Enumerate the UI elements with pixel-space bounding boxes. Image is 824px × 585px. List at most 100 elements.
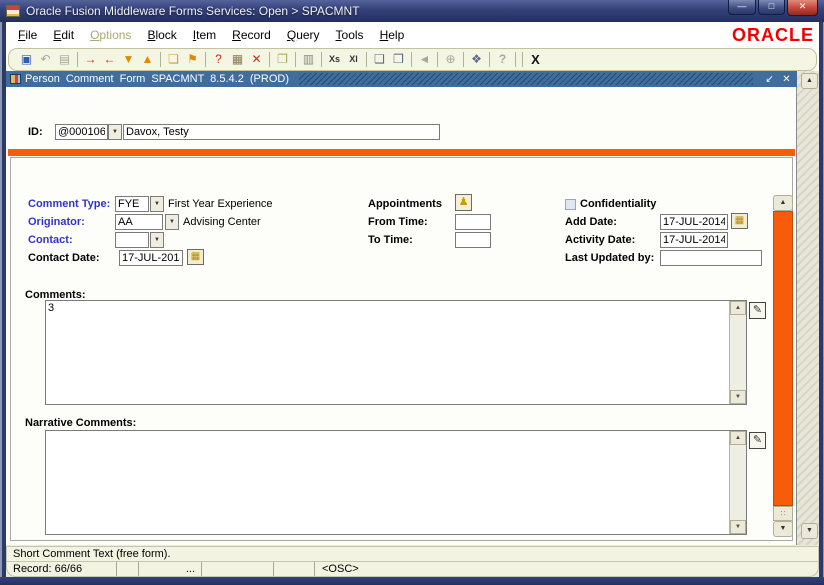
contact-date-label: Contact Date: bbox=[28, 252, 100, 264]
id-dropdown-icon[interactable]: ▼ bbox=[108, 124, 122, 140]
toolbar-separator bbox=[295, 52, 296, 67]
form-titlebar-hatch bbox=[299, 73, 753, 85]
contact-date-calendar-icon[interactable]: ▦ bbox=[187, 249, 204, 265]
toolbar-separator bbox=[205, 52, 206, 67]
toolbar-separator bbox=[522, 52, 523, 67]
export-excel-icon[interactable]: Xl bbox=[344, 51, 363, 68]
originator-dropdown-icon[interactable]: ▼ bbox=[165, 214, 179, 230]
previous-record-icon[interactable]: ▲ bbox=[138, 51, 157, 68]
add-date-field[interactable] bbox=[660, 214, 728, 230]
form-title: Person Comment Form SPACMNT 8.5.4.2 (PRO… bbox=[25, 73, 289, 85]
toolbar-separator bbox=[77, 52, 78, 67]
rollback-icon: ↶ bbox=[36, 51, 55, 68]
to-time-field[interactable] bbox=[455, 232, 491, 248]
close-button[interactable]: ✕ bbox=[787, 0, 818, 16]
comment-type-field[interactable] bbox=[115, 196, 149, 212]
menu-file[interactable]: File bbox=[10, 25, 45, 45]
contact-date-field[interactable] bbox=[119, 250, 183, 266]
window-border-bottom bbox=[0, 577, 824, 585]
activity-date-field[interactable] bbox=[660, 232, 728, 248]
status-message: Short Comment Text (free form). bbox=[7, 547, 818, 562]
narrative-comments-label: Narrative Comments: bbox=[25, 417, 136, 429]
scroll-up-icon[interactable]: ▲ bbox=[730, 301, 746, 315]
clear-record-icon[interactable]: ⚑ bbox=[183, 51, 202, 68]
toolbar-separator bbox=[411, 52, 412, 67]
menu-query[interactable]: Query bbox=[279, 25, 328, 45]
comments-scrollbar[interactable]: ▲ ▼ bbox=[729, 301, 746, 404]
originator-field[interactable] bbox=[115, 214, 163, 230]
menu-edit[interactable]: Edit bbox=[45, 25, 82, 45]
next-record-icon[interactable]: ▼ bbox=[119, 51, 138, 68]
block-scroll-down-icon[interactable]: ▼ bbox=[773, 521, 793, 537]
id-field[interactable] bbox=[55, 124, 108, 140]
add-date-calendar-icon[interactable]: ▦ bbox=[731, 213, 748, 229]
memo-icon[interactable]: ❐ bbox=[273, 51, 292, 68]
enter-query-icon[interactable]: ? bbox=[209, 51, 228, 68]
status-cell bbox=[274, 562, 314, 576]
form-titlebar: Person Comment Form SPACMNT 8.5.4.2 (PRO… bbox=[6, 71, 797, 87]
status-cells: Record: 66/66 ... <OSC> bbox=[7, 562, 818, 576]
toolbar-separator bbox=[437, 52, 438, 67]
comments-text[interactable]: 3 bbox=[48, 302, 727, 403]
duplicate-record-icon[interactable]: ❏ bbox=[164, 51, 183, 68]
canvas-scroll-down-icon[interactable]: ▼ bbox=[801, 523, 818, 539]
next-block-icon[interactable]: ❒ bbox=[389, 51, 408, 68]
appointments-icon[interactable]: ♟ bbox=[455, 194, 472, 211]
save-icon[interactable]: ▣ bbox=[17, 51, 36, 68]
previous-block-icon[interactable]: ❑ bbox=[370, 51, 389, 68]
narrative-edit-icon[interactable]: ✎ bbox=[749, 432, 766, 449]
minimize-button[interactable]: — bbox=[728, 0, 756, 15]
canvas-scroll-up-icon[interactable]: ▲ bbox=[801, 73, 818, 89]
narrative-scrollbar[interactable]: ▲ ▼ bbox=[729, 431, 746, 534]
block-scroll-up-icon[interactable]: ▲ bbox=[773, 195, 793, 211]
application-window: Oracle Fusion Middleware Forms Services:… bbox=[0, 0, 824, 585]
toolbar-separator bbox=[321, 52, 322, 67]
block-scrollbar-grip[interactable]: ∷ bbox=[773, 506, 793, 521]
form-icon bbox=[10, 74, 21, 84]
narrative-textarea[interactable]: ▲ ▼ bbox=[45, 430, 747, 535]
menu-record[interactable]: Record bbox=[224, 25, 279, 45]
toolbar-separator bbox=[463, 52, 464, 67]
window-title: Oracle Fusion Middleware Forms Services:… bbox=[26, 4, 360, 18]
cancel-query-icon[interactable]: ✕ bbox=[247, 51, 266, 68]
toolbar: ▣ ↶ ▤ → ← ▼ ▲ ❏ ⚑ ? ▦ ✕ ❐ ▥ Xs Xl ❑ ❒ bbox=[8, 48, 817, 71]
from-time-field[interactable] bbox=[455, 214, 491, 230]
name-field[interactable] bbox=[123, 124, 440, 140]
form-restore-icon[interactable]: ↙ bbox=[763, 74, 776, 85]
scroll-up-icon[interactable]: ▲ bbox=[730, 431, 746, 445]
comments-textarea[interactable]: 3 ▲ ▼ bbox=[45, 300, 747, 405]
narrative-text[interactable] bbox=[48, 432, 727, 533]
from-time-label: From Time: bbox=[368, 216, 428, 228]
crosshair-icon: ⊕ bbox=[441, 51, 460, 68]
menu-options: Options bbox=[82, 25, 139, 45]
menu-help[interactable]: Help bbox=[372, 25, 413, 45]
toolbar-separator bbox=[515, 52, 516, 67]
print-icon[interactable]: ▥ bbox=[299, 51, 318, 68]
insert-record-icon[interactable]: → bbox=[81, 51, 100, 68]
toolbar-separator bbox=[160, 52, 161, 67]
last-updated-by-field[interactable] bbox=[660, 250, 762, 266]
confidentiality-checkbox[interactable] bbox=[565, 199, 576, 210]
exit-icon[interactable]: X bbox=[526, 51, 545, 68]
scroll-down-icon[interactable]: ▼ bbox=[730, 520, 746, 534]
remove-record-icon[interactable]: ← bbox=[100, 51, 119, 68]
contact-dropdown-icon[interactable]: ▼ bbox=[150, 232, 164, 248]
form-close-icon[interactable]: ✕ bbox=[780, 74, 793, 85]
originator-description: Advising Center bbox=[183, 216, 261, 228]
window-controls: — □ ✕ bbox=[728, 0, 818, 16]
comments-edit-icon[interactable]: ✎ bbox=[749, 302, 766, 319]
menu-item[interactable]: Item bbox=[185, 25, 224, 45]
maximize-button[interactable]: □ bbox=[758, 0, 785, 15]
menu-block[interactable]: Block bbox=[139, 25, 184, 45]
comment-type-dropdown-icon[interactable]: ▼ bbox=[150, 196, 164, 212]
block-scrollbar-thumb[interactable] bbox=[773, 211, 793, 506]
workflow-icon[interactable]: ❖ bbox=[467, 51, 486, 68]
application-icon bbox=[6, 5, 20, 17]
execute-query-icon[interactable]: ▦ bbox=[228, 51, 247, 68]
toolbar-separator bbox=[366, 52, 367, 67]
scroll-down-icon[interactable]: ▼ bbox=[730, 390, 746, 404]
menu-tools[interactable]: Tools bbox=[328, 25, 372, 45]
window-border-right bbox=[819, 22, 824, 585]
contact-field[interactable] bbox=[115, 232, 149, 248]
export-excel-selection-icon[interactable]: Xs bbox=[325, 51, 344, 68]
